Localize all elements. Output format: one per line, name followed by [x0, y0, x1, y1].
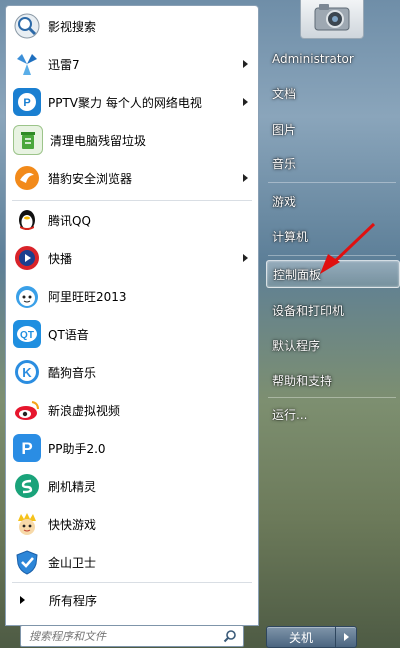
program-kuaikuai-game[interactable]: 快快游戏 [8, 506, 256, 542]
right-item-label: 游戏 [272, 194, 297, 209]
right-item-label: Administrator [272, 52, 354, 66]
pptv-icon: P [13, 88, 41, 116]
divider [12, 582, 252, 583]
right-item-documents[interactable]: 文档 [266, 80, 398, 106]
program-sina-video[interactable]: 新浪虚拟视频 [8, 392, 256, 428]
kingsoft-shield-icon [13, 548, 41, 576]
program-label: 阿里旺旺2013 [48, 289, 127, 304]
right-item-administrator[interactable]: Administrator [266, 46, 398, 72]
search-box [20, 625, 244, 647]
programs-pane: 影视搜索 迅雷7 P PPTV聚力 每个人的网络电视 清理电脑残留垃圾 猎豹安全… [5, 5, 259, 626]
right-item-label: 音乐 [272, 156, 297, 171]
right-item-label: 控制面板 [273, 267, 322, 282]
submenu-arrow-icon [243, 254, 248, 262]
program-label: 酷狗音乐 [48, 365, 97, 380]
kugou-icon: K [13, 358, 41, 386]
program-label: 猎豹安全浏览器 [48, 171, 133, 186]
program-label: 清理电脑残留垃圾 [50, 133, 147, 148]
svg-text:P: P [21, 439, 32, 458]
thunder-icon [13, 50, 41, 78]
shutdown-options-button[interactable] [335, 626, 357, 648]
program-qq[interactable]: 腾讯QQ [8, 202, 256, 238]
all-programs-button[interactable]: 所有程序 [6, 588, 258, 612]
submenu-arrow-icon [243, 98, 248, 106]
sina-eye-icon [13, 396, 41, 424]
qvod-icon [13, 244, 41, 272]
cheetah-browser-icon [13, 164, 41, 192]
program-kingsoft-guard[interactable]: 金山卫士 [8, 544, 256, 580]
right-item-default-programs[interactable]: 默认程序 [266, 332, 398, 358]
divider [268, 182, 396, 183]
annotation-arrow-icon [320, 222, 376, 274]
shutdown-button[interactable]: 关机 [266, 626, 336, 648]
right-item-label: 帮助和支持 [272, 373, 333, 388]
program-label: 快快游戏 [48, 517, 97, 532]
camera-icon [314, 4, 350, 31]
program-label: PPTV聚力 每个人的网络电视 [48, 95, 202, 110]
program-label: 影视搜索 [48, 19, 97, 34]
program-qvod[interactable]: 快播 [8, 240, 256, 276]
shuaji-icon [13, 472, 41, 500]
program-label: 金山卫士 [48, 555, 97, 570]
right-item-label: 运行... [272, 407, 308, 422]
program-clean-junk[interactable]: 清理电脑残留垃圾 [8, 122, 256, 158]
submenu-arrow-icon [243, 60, 248, 68]
divider [268, 397, 396, 398]
svg-text:QT: QT [20, 330, 34, 341]
program-label: 迅雷7 [48, 57, 80, 72]
recycle-icon [13, 125, 43, 155]
search-input[interactable] [27, 628, 221, 644]
program-aliwangwang[interactable]: 阿里旺旺2013 [8, 278, 256, 314]
right-item-games[interactable]: 游戏 [266, 188, 398, 214]
program-cheetah-browser[interactable]: 猎豹安全浏览器 [8, 160, 256, 196]
program-label: 新浪虚拟视频 [48, 403, 121, 418]
svg-text:P: P [23, 97, 30, 109]
video-search-icon [13, 12, 41, 40]
program-label: 快播 [48, 251, 73, 266]
program-pptv[interactable]: P PPTV聚力 每个人的网络电视 [8, 84, 256, 120]
qq-penguin-icon [13, 206, 41, 234]
user-picture[interactable] [300, 0, 364, 39]
svg-text:K: K [22, 365, 32, 380]
program-label: 刷机精灵 [48, 479, 97, 494]
right-item-label: 计算机 [272, 229, 309, 244]
right-item-run[interactable]: 运行... [266, 401, 398, 427]
program-shuaji[interactable]: 刷机精灵 [8, 468, 256, 504]
submenu-arrow-icon [243, 174, 248, 182]
aliwangwang-icon [13, 282, 41, 310]
pp-assistant-icon: P [13, 434, 41, 462]
shutdown-label: 关机 [288, 630, 313, 645]
right-item-label: 图片 [272, 122, 297, 137]
right-item-help-support[interactable]: 帮助和支持 [266, 367, 398, 393]
kuaikuai-game-icon [13, 510, 41, 538]
program-pp-assistant[interactable]: P PP助手2.0 [8, 430, 256, 466]
divider [12, 200, 252, 201]
program-video-search[interactable]: 影视搜索 [8, 8, 256, 44]
search-icon[interactable] [223, 629, 237, 643]
right-item-music[interactable]: 音乐 [266, 150, 398, 176]
right-item-label: 默认程序 [272, 338, 321, 353]
qt-voice-icon: QT [13, 320, 41, 348]
right-item-pictures[interactable]: 图片 [266, 116, 398, 142]
program-thunder[interactable]: 迅雷7 [8, 46, 256, 82]
chevron-right-icon [343, 633, 349, 641]
program-label: PP助手2.0 [48, 441, 106, 456]
program-label: QT语音 [48, 327, 89, 342]
all-programs-label: 所有程序 [49, 593, 98, 608]
right-item-devices-printers[interactable]: 设备和打印机 [266, 297, 398, 323]
program-kugou[interactable]: K 酷狗音乐 [8, 354, 256, 390]
right-item-label: 文档 [272, 86, 297, 101]
right-item-label: 设备和打印机 [272, 303, 345, 318]
program-qt-voice[interactable]: QT QT语音 [8, 316, 256, 352]
expand-arrow-icon [20, 596, 25, 604]
program-label: 腾讯QQ [48, 213, 91, 228]
